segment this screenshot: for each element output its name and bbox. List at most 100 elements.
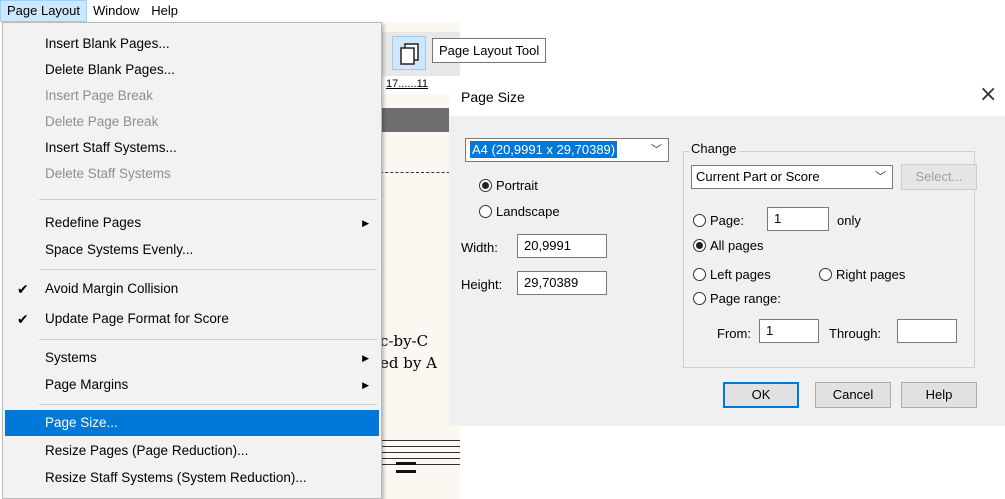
menu-item-label: Page Margins [45, 377, 129, 392]
menu-window[interactable]: Window [87, 0, 145, 22]
score-credit-text: ed by A [380, 354, 437, 372]
menu-item-label: Insert Staff Systems... [45, 140, 177, 155]
radio-dot [693, 239, 706, 252]
radio-dot [819, 268, 832, 281]
portrait-radio[interactable]: Portrait [479, 178, 538, 193]
menu-item-delete-staff-systems: Delete Staff Systems [5, 161, 379, 187]
submenu-arrow-icon: ▶ [362, 353, 369, 363]
staff-line [380, 464, 460, 465]
menu-page-layout[interactable]: Page Layout [0, 0, 88, 22]
page-range-radio[interactable]: Page range: [693, 291, 781, 306]
menu-item-redefine-pages[interactable]: Redefine Pages ▶ [5, 210, 379, 236]
menu-item-label: Redefine Pages [45, 215, 142, 230]
staff-line [380, 440, 460, 441]
menu-item-label: Update Page Format for Score [45, 311, 229, 326]
menu-item-insert-blank-pages[interactable]: Insert Blank Pages... [5, 31, 379, 57]
width-label: Width: [461, 240, 498, 255]
staff-line [380, 446, 460, 447]
change-group-label: Change [689, 141, 739, 156]
menu-item-page-margins[interactable]: Page Margins ▶ [5, 372, 379, 398]
menu-item-label: Delete Blank Pages... [45, 62, 175, 77]
page-layout-tool-icon [400, 43, 419, 65]
paper-size-select[interactable]: A4 (20,9991 x 29,70389) ﹀ [465, 138, 669, 162]
scope-value: Current Part or Score [696, 169, 820, 184]
page-label: Page: [710, 213, 744, 228]
menu-item-page-size[interactable]: Page Size... [5, 410, 379, 436]
menu-item-label: Avoid Margin Collision [45, 281, 179, 296]
ruler: 17......11 [380, 76, 460, 94]
page-gap [380, 108, 460, 132]
menu-item-insert-staff-systems[interactable]: Insert Staff Systems... [5, 135, 379, 161]
menu-item-space-systems-evenly[interactable]: Space Systems Evenly... [5, 237, 379, 263]
menu-item-label: Delete Staff Systems [45, 166, 171, 181]
dialog-title: Page Size [461, 89, 525, 105]
staff-beam [396, 462, 416, 465]
menu-item-label: Delete Page Break [45, 114, 159, 129]
page-layout-menu: Insert Blank Pages... Delete Blank Pages… [2, 22, 382, 499]
menu-item-systems[interactable]: Systems ▶ [5, 345, 379, 371]
chevron-down-icon: ﹀ [651, 144, 662, 156]
menu-item-avoid-margin-collision[interactable]: ✔ Avoid Margin Collision [5, 276, 379, 302]
through-field[interactable] [897, 319, 957, 343]
menu-item-label: Insert Page Break [45, 88, 154, 103]
menu-item-label: Resize Staff Systems (System Reduction).… [45, 470, 307, 485]
from-field[interactable]: 1 [759, 319, 819, 343]
select-button: Select... [901, 164, 977, 190]
all-pages-label: All pages [710, 238, 764, 253]
menu-item-delete-blank-pages[interactable]: Delete Blank Pages... [5, 57, 379, 83]
score-title-text: c-by-C [380, 332, 429, 350]
staff-line [380, 452, 460, 453]
page-layout-tool-button[interactable] [392, 36, 426, 70]
page-number-field[interactable]: 1 [767, 207, 829, 231]
scope-select[interactable]: Current Part or Score ﹀ [691, 165, 893, 189]
close-icon[interactable]: × [979, 84, 997, 106]
menu-separator [39, 339, 377, 340]
menu-separator [39, 404, 377, 405]
menu-separator [39, 199, 377, 200]
paper-size-value: A4 (20,9991 x 29,70389) [470, 141, 618, 158]
submenu-arrow-icon: ▶ [362, 380, 369, 390]
tooltip: Page Layout Tool [432, 38, 547, 63]
through-label: Through: [829, 326, 882, 341]
score-document: 17......11 c-by-C ed by A [380, 22, 460, 499]
submenu-arrow-icon: ▶ [362, 218, 369, 228]
menu-bar: Page Layout Window Help [0, 0, 440, 22]
dialog-titlebar: Page Size × [449, 76, 1005, 116]
menu-item-delete-page-break: Delete Page Break [5, 109, 379, 135]
from-label: From: [717, 326, 751, 341]
width-field[interactable]: 20,9991 [517, 234, 607, 258]
checkmark-icon: ✔ [17, 281, 29, 297]
menu-separator [39, 269, 377, 270]
menu-item-label: Systems [45, 350, 97, 365]
all-pages-radio[interactable]: All pages [693, 238, 763, 253]
right-pages-radio[interactable]: Right pages [819, 267, 905, 282]
left-pages-radio[interactable]: Left pages [693, 267, 771, 282]
menu-item-label: Insert Blank Pages... [45, 36, 170, 51]
radio-dot [693, 214, 706, 227]
page-margin-line [380, 172, 460, 173]
right-pages-label: Right pages [836, 267, 906, 282]
chevron-down-icon: ﹀ [875, 171, 886, 183]
landscape-radio[interactable]: Landscape [479, 204, 560, 219]
height-field[interactable]: 29,70389 [517, 271, 607, 295]
help-button[interactable]: Help [901, 382, 977, 408]
height-label: Height: [461, 277, 503, 292]
menu-item-label: Space Systems Evenly... [45, 242, 194, 257]
page-radio[interactable]: Page: [693, 213, 744, 228]
menu-item-resize-pages[interactable]: Resize Pages (Page Reduction)... [5, 438, 379, 464]
menu-item-label: Page Size... [45, 415, 118, 430]
landscape-label: Landscape [496, 204, 560, 219]
page-size-dialog: Page Size × A4 (20,9991 x 29,70389) ﹀ Po… [449, 76, 1005, 426]
ruler-text: 17......11 [386, 78, 428, 90]
menu-item-resize-staff-systems[interactable]: Resize Staff Systems (System Reduction).… [5, 465, 379, 491]
menu-item-update-page-format[interactable]: ✔ Update Page Format for Score [5, 306, 379, 332]
ok-button[interactable]: OK [723, 382, 799, 408]
menu-help[interactable]: Help [145, 0, 184, 22]
only-label: only [837, 213, 861, 228]
checkmark-icon: ✔ [17, 311, 29, 327]
staff-line [380, 458, 460, 459]
cancel-button[interactable]: Cancel [815, 382, 891, 408]
radio-dot [479, 205, 492, 218]
page-range-label: Page range: [710, 291, 781, 306]
left-pages-label: Left pages [710, 267, 771, 282]
